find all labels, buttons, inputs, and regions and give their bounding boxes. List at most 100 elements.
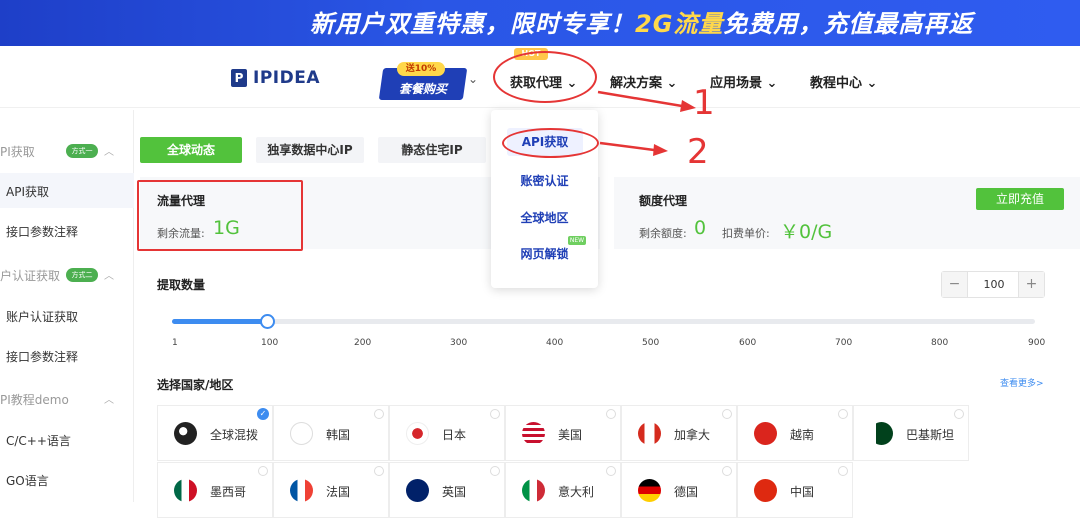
radio-button[interactable] [374,466,384,476]
country-option[interactable]: 德国 [621,462,737,518]
country-name: 墨西哥 [210,485,247,499]
quantity-input[interactable]: 100 [968,272,1020,297]
decrement-button[interactable]: − [942,272,968,297]
country-option[interactable]: 美国 [505,405,621,461]
flag-usa-icon [522,422,545,445]
country-option[interactable]: 意大利 [505,462,621,518]
sidebar-item-go[interactable]: GO语言 [6,472,49,489]
country-option[interactable]: 巴基斯坦 [853,405,969,461]
country-option[interactable]: 日本 [389,405,505,461]
extract-title: 提取数量 [157,278,206,292]
annotation-number-1: 1 [693,83,715,123]
see-more-link[interactable]: 查看更多> [1000,376,1044,389]
country-option[interactable]: 加拿大 [621,405,737,461]
logo[interactable]: P IPIDEA [231,68,320,88]
logo-text: IPIDEA [253,68,320,88]
radio-button[interactable] [374,409,384,419]
radio-button[interactable] [490,409,500,419]
quota-label: 剩余额度: [639,227,687,240]
slider-tick-label: 100 [261,338,279,348]
promo-tag: 送10% [397,62,445,76]
chevron-up-icon[interactable]: ︿ [104,267,114,282]
country-name: 德国 [674,485,699,499]
menu-item-global-regions[interactable]: 全球地区 [491,209,598,226]
sidebar-group-api[interactable]: PI获取 [0,143,35,160]
chevron-down-icon[interactable]: ⌄ [468,72,478,86]
quantity-stepper[interactable]: − 100 + [941,271,1045,298]
annotation-circle-api [502,128,599,158]
sidebar-item-c[interactable]: C/C++语言 [6,432,71,449]
sidebar-item-api[interactable]: API获取 [6,183,49,200]
increment-button[interactable]: + [1018,272,1044,297]
country-name: 英国 [442,485,467,499]
flag-china-icon [754,479,777,502]
flag-vietnam-icon [754,422,777,445]
radio-button[interactable] [722,409,732,419]
nav-use-cases[interactable]: 应用场景 ⌄ [710,72,777,91]
price-label: 扣费单价: [722,227,770,240]
radio-button[interactable] [722,466,732,476]
radio-button[interactable] [838,466,848,476]
slider-tick-label: 800 [931,338,949,348]
method-one-badge: 方式一 [66,144,98,158]
country-option[interactable]: 中国 [737,462,853,518]
country-name: 越南 [790,428,815,442]
nav-tutorials[interactable]: 教程中心 ⌄ [810,72,877,91]
sidebar-group-demo[interactable]: PI教程demo [0,391,69,408]
tab-static-residential[interactable]: 静态住宅IP [378,137,486,163]
country-option[interactable]: 墨西哥 [157,462,273,518]
tab-global-dynamic[interactable]: 全球动态 [140,137,242,163]
country-option[interactable]: 法国 [273,462,389,518]
radio-button[interactable] [490,466,500,476]
chevron-up-icon[interactable]: ︿ [104,391,114,406]
radio-button[interactable] [258,466,268,476]
sidebar-item-params-2[interactable]: 接口参数注释 [6,348,78,365]
recharge-button[interactable]: 立即充值 [976,188,1064,210]
menu-item-account-auth[interactable]: 账密认证 [491,172,598,189]
country-name: 美国 [558,428,583,442]
slider-tick-label: 200 [354,338,372,348]
chevron-up-icon[interactable]: ︿ [104,143,114,158]
flag-japan-icon [406,422,429,445]
country-option[interactable]: 全球混拨 ✓ [157,405,273,461]
new-badge: NEW [568,236,586,245]
banner-text: 新用户双重特惠，限时专享！2G流量免费用，充值最高再返 [310,10,974,38]
country-name: 巴基斯坦 [906,428,955,442]
radio-button[interactable] [838,409,848,419]
sidebar-item-params[interactable]: 接口参数注释 [6,223,78,240]
radio-button[interactable] [606,409,616,419]
sidebar-group-account[interactable]: 户认证获取 [0,267,60,284]
slider-handle[interactable] [260,314,275,329]
country-name: 加拿大 [674,428,711,442]
radio-button[interactable] [954,409,964,419]
region-title: 选择国家/地区 [157,378,234,392]
country-name: 日本 [442,428,467,442]
country-option[interactable]: 越南 [737,405,853,461]
radio-button[interactable] [606,466,616,476]
country-option[interactable]: 英国 [389,462,505,518]
slider-fill [172,319,267,324]
slider-tick-label: 1 [172,338,178,348]
tab-datacenter-ip[interactable]: 独享数据中心IP [256,137,364,163]
slider-tick-label: 500 [642,338,660,348]
globe-icon [174,422,197,445]
country-option[interactable]: 韩国 [273,405,389,461]
method-two-badge: 方式二 [66,268,98,282]
quota-value: 0 [694,217,707,239]
sidebar-item-account[interactable]: 账户认证获取 [6,308,78,325]
country-name: 中国 [790,485,815,499]
menu-item-web-unlock[interactable]: 网页解锁 [491,245,598,262]
slider-tick-label: 600 [739,338,757,348]
annotation-circle-nav [493,51,597,103]
slider-tick-label: 400 [546,338,564,348]
slider-tick-label: 300 [450,338,468,348]
sidebar: PI获取 方式一 ︿ API获取 接口参数注释 户认证获取 方式二 ︿ 账户认证… [0,110,134,502]
flag-germany-icon [638,479,661,502]
flag-france-icon [290,479,313,502]
promo-banner[interactable]: 新用户双重特惠，限时专享！2G流量免费用，充值最高再返 [0,0,1080,46]
flag-pakistan-icon [870,422,893,445]
package-purchase-button[interactable]: 送10% 套餐购买 [378,58,468,104]
flag-italy-icon [522,479,545,502]
check-icon[interactable]: ✓ [257,408,269,420]
quantity-slider[interactable] [172,319,1035,324]
